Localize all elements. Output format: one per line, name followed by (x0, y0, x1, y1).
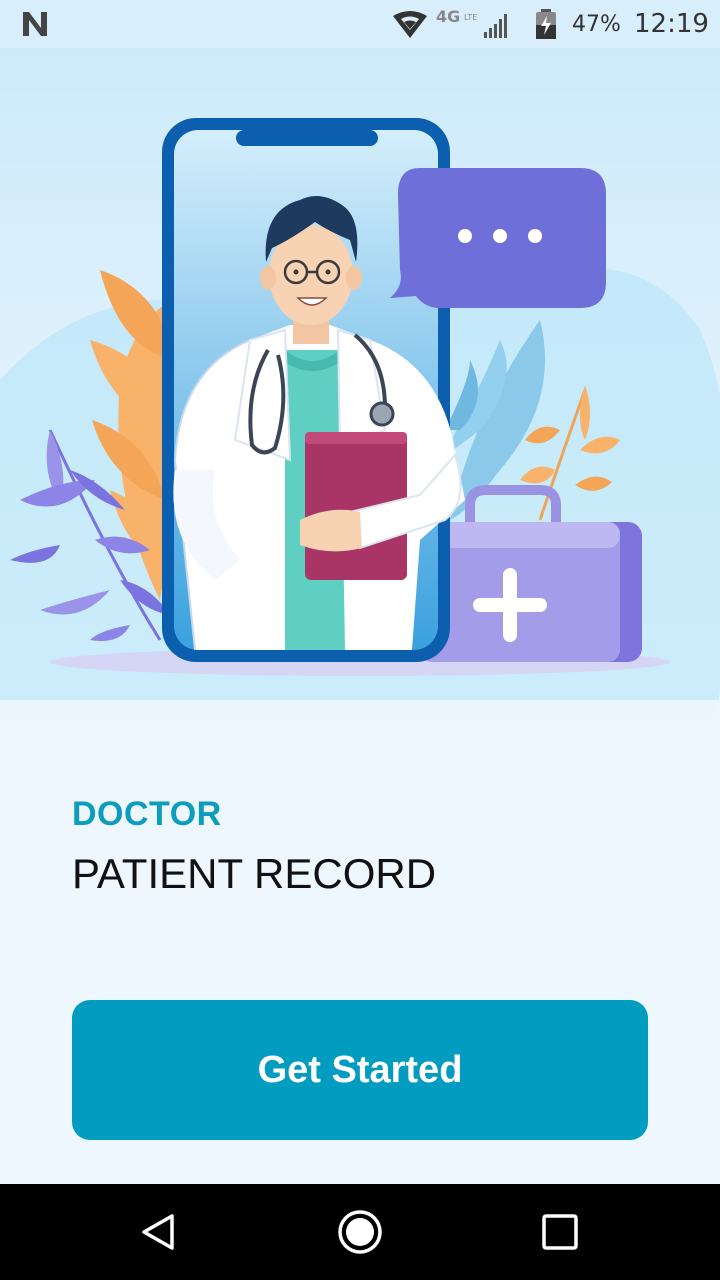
status-bar: 4G LTE 47% 12:19 (0, 0, 720, 48)
n-notification-icon (23, 12, 47, 36)
wifi-icon (393, 11, 427, 38)
recents-icon[interactable] (536, 1208, 584, 1256)
battery-percentage: 47% (572, 12, 621, 37)
chat-bubble (390, 168, 606, 308)
navigation-bar (0, 1184, 720, 1280)
hero-illustration (0, 48, 720, 748)
app-label: DOCTOR (72, 795, 222, 833)
svg-text:LTE: LTE (464, 13, 477, 22)
home-icon[interactable] (336, 1208, 384, 1256)
svg-text:4G: 4G (436, 7, 460, 26)
clock: 12:19 (634, 9, 709, 39)
doctor-illustration (0, 118, 720, 700)
get-started-button[interactable]: Get Started (72, 1000, 648, 1140)
lte-signal-icon: 4G LTE (436, 7, 507, 38)
page-title: PATIENT RECORD (72, 850, 437, 897)
battery-icon (536, 9, 556, 39)
back-icon[interactable] (136, 1208, 184, 1256)
